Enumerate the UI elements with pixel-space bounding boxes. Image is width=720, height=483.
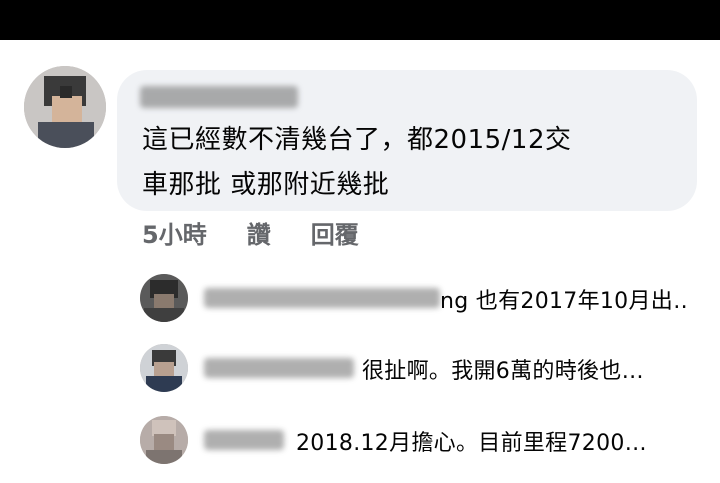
reply-text: ng 也有2017年10月出… [440,289,690,314]
commenter-avatar[interactable] [24,66,106,148]
reply-avatar[interactable] [140,416,188,464]
comment-timestamp[interactable]: 5小時 [142,215,207,250]
like-button[interactable]: 讚 [247,215,271,250]
reply-item[interactable]: 2018.12月擔心。目前里程7200… [140,416,700,464]
reply-avatar[interactable] [140,344,188,392]
top-black-bar [0,0,720,40]
comment-text: 這已經數不清幾台了，都2015/12交 車那批 或那附近幾批 [142,118,662,208]
reply-author-blurred[interactable] [204,358,354,378]
reply-author-blurred[interactable] [204,288,440,308]
reply-author-blurred[interactable] [204,430,284,450]
comment-line-2: 車那批 或那附近幾批 [142,170,390,200]
reply-text: 很扯啊。我開6萬的時後也… [362,359,644,384]
reply-button[interactable]: 回覆 [311,215,359,250]
reply-avatar[interactable] [140,274,188,322]
comment-actions: 5小時 讚 回覆 [142,215,359,249]
reply-item[interactable]: 很扯啊。我開6萬的時後也… [140,344,700,392]
reply-item[interactable]: ng 也有2017年10月出… [140,274,700,322]
comment-line-1: 這已經數不清幾台了，都2015/12交 [142,125,572,155]
commenter-name-blurred[interactable] [140,86,298,108]
reply-text: 2018.12月擔心。目前里程7200… [296,431,647,456]
